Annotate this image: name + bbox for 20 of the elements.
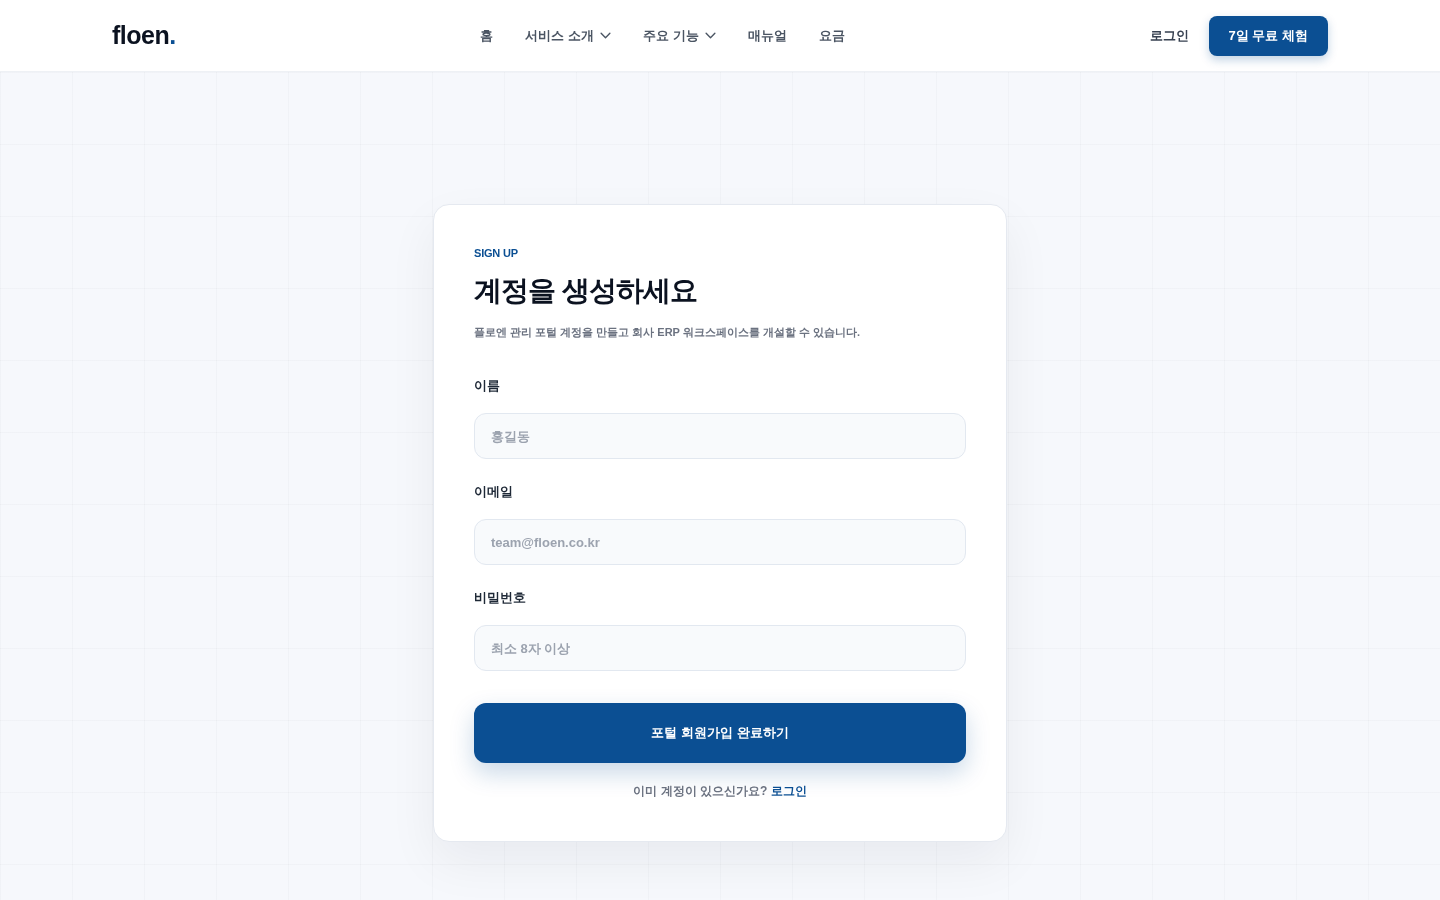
free-trial-button[interactable]: 7일 무료 체험 [1208, 15, 1328, 56]
field-label: 이메일 [474, 483, 514, 501]
login-link[interactable]: 로그인 [770, 784, 807, 798]
field-label: 이름 [474, 377, 501, 395]
input-field[interactable]: 최소 8자 이상 [474, 625, 966, 671]
eyebrow-text: SIGN UP [474, 246, 519, 261]
input-field[interactable]: team@floen.co.kr [474, 519, 966, 565]
input-field[interactable]: 홍길동 [474, 413, 966, 459]
nav-link[interactable]: 주요 기능 [643, 25, 716, 46]
nav-link[interactable]: 매뉴얼 [747, 25, 787, 46]
logo[interactable]: floen. [112, 23, 176, 48]
page-heading: 계정을 생성하세요 [474, 274, 698, 308]
signup-submit-button[interactable]: 포털 회원가입 완료하기 [474, 703, 966, 763]
login-prompt-text: 이미 계정이 있으신가요? [633, 784, 768, 798]
nav-link[interactable]: 서비스 소개 [525, 25, 612, 46]
description-text: 플로엔 관리 포털 계정을 만들고 회사 ERP 워크스페이스를 개설할 수 있습니다. [474, 325, 862, 340]
nav-link[interactable]: 홈 [480, 25, 494, 46]
field-label: 비밀번호 [474, 589, 527, 607]
login-link[interactable]: 로그인 [1149, 25, 1189, 46]
nav-link[interactable]: 요금 [818, 25, 845, 46]
